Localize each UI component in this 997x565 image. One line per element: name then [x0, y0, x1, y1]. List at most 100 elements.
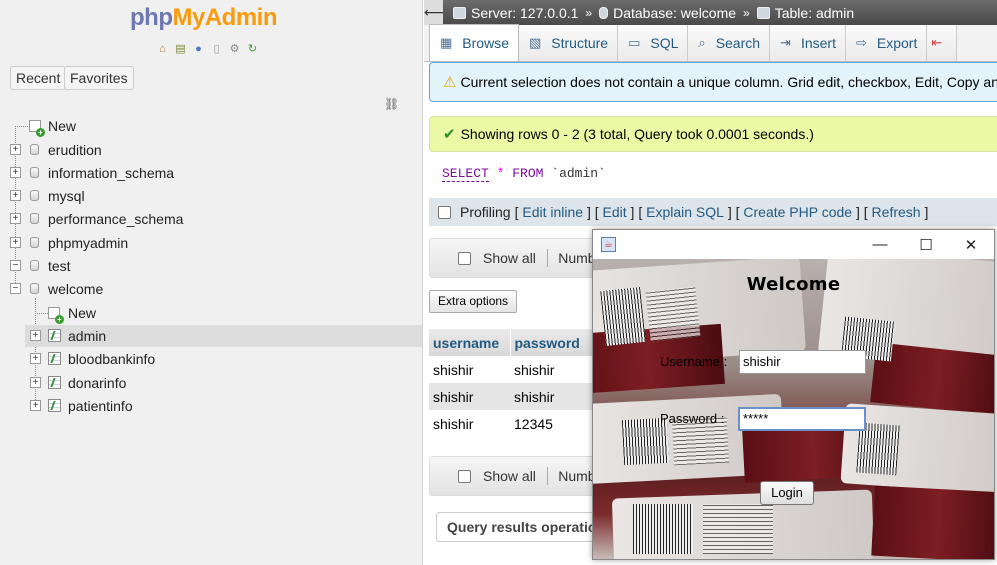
create-php-code-link[interactable]: Create PHP code	[743, 204, 852, 220]
breadcrumb-separator: »	[743, 5, 750, 20]
explain-sql-link[interactable]: Explain SQL	[646, 204, 724, 220]
table-cell[interactable]: shishir	[429, 356, 510, 383]
column-header-password[interactable]: password	[510, 329, 593, 356]
database-icon	[599, 6, 609, 19]
tree-item-new[interactable]: New	[0, 115, 422, 137]
username-field[interactable]: shishir	[739, 350, 866, 374]
welcome-heading: Welcome	[746, 274, 841, 295]
expand-icon[interactable]: +	[10, 144, 21, 155]
table-cell[interactable]: shishir	[429, 410, 510, 437]
browse-icon: ▦	[440, 35, 453, 50]
table-row: shishir 12345	[429, 410, 592, 437]
expand-icon[interactable]: +	[10, 213, 21, 224]
import-icon: ⇤	[931, 35, 943, 50]
database-tree: New + erudition + information_schema + m…	[0, 0, 423, 565]
table-cell[interactable]: 12345	[510, 410, 592, 437]
tree-item-table[interactable]: + bloodbankinfo	[0, 348, 422, 370]
database-icon	[30, 283, 39, 294]
database-icon	[30, 213, 39, 224]
tree-item-db[interactable]: + information_schema	[0, 162, 422, 184]
results-table: username password shishir shishir shishi…	[429, 329, 593, 437]
tree-item-db[interactable]: + phpmyadmin	[0, 232, 422, 254]
show-all-checkbox[interactable]	[458, 469, 471, 483]
expand-icon[interactable]: +	[30, 400, 41, 411]
tree-item-table[interactable]: + patientinfo	[0, 395, 422, 417]
tab-browse[interactable]: ▦ Browse	[429, 24, 519, 61]
database-icon	[30, 144, 39, 155]
expand-icon[interactable]: +	[10, 167, 21, 178]
collapse-icon[interactable]: −	[10, 283, 21, 294]
show-all-checkbox[interactable]	[458, 251, 471, 265]
username-label: Username :	[660, 354, 728, 369]
collapse-nav-arrow-icon[interactable]: ⟵	[424, 0, 444, 25]
table-icon	[756, 6, 770, 19]
tab-insert[interactable]: ⇥ Insert	[770, 25, 846, 61]
column-header-username[interactable]: username	[429, 329, 511, 356]
warning-notice: ⚠ Current selection does not contain a u…	[429, 62, 997, 102]
database-icon	[30, 167, 39, 178]
query-results-operations-header[interactable]: Query results operations	[436, 512, 616, 542]
breadcrumb-separator: »	[585, 5, 593, 20]
table-cell[interactable]: shishir	[510, 383, 592, 410]
tab-import[interactable]: ⇤	[927, 25, 958, 61]
tab-search[interactable]: ⌕ Search	[688, 25, 771, 61]
tree-item-table[interactable]: + donarinfo	[0, 372, 422, 394]
expand-icon[interactable]: +	[10, 237, 21, 248]
new-table-icon	[48, 307, 64, 324]
desktop: phpMyAdmin ⌂ ▤ ● ▯ ⚙ ↻ Recent Favorites …	[0, 0, 997, 565]
table-icon	[48, 329, 61, 342]
profiling-label: Profiling	[460, 204, 511, 220]
java-app-icon: ☕	[601, 237, 616, 252]
table-icon	[48, 399, 61, 412]
sql-query: SELECT * FROM `admin`	[442, 166, 606, 182]
minimize-icon[interactable]: —	[857, 230, 903, 259]
navigation-bar-bottom: Show all Number	[429, 456, 609, 496]
refresh-link[interactable]: Refresh	[872, 204, 921, 220]
navigation-bar-top: Show all Number	[429, 238, 609, 278]
breadcrumb-server[interactable]: Server: 127.0.0.1	[471, 5, 578, 21]
table-cell[interactable]: shishir	[429, 383, 510, 410]
java-login-window: ☕ — ☐ ✕ Welcome Username : shishir Passw…	[592, 229, 995, 560]
new-database-icon	[29, 120, 45, 137]
server-icon	[453, 6, 466, 19]
tab-sql[interactable]: ▭ SQL	[618, 25, 689, 61]
close-icon[interactable]: ✕	[948, 230, 994, 259]
expand-icon[interactable]: +	[30, 377, 41, 388]
window-titlebar[interactable]: ☕ — ☐ ✕	[593, 230, 994, 259]
tree-item-table-selected[interactable]: + admin	[25, 325, 422, 347]
show-all-label: Show all	[483, 468, 536, 484]
tree-item-new-table[interactable]: New	[0, 302, 422, 324]
profiling-checkbox[interactable]	[438, 205, 451, 219]
breadcrumb-database[interactable]: Database: welcome	[613, 5, 736, 21]
edit-inline-link[interactable]: Edit inline	[522, 204, 583, 220]
expand-icon[interactable]: +	[10, 190, 21, 201]
tab-structure[interactable]: ▧ Structure	[518, 25, 619, 61]
show-all-label: Show all	[483, 250, 536, 266]
extra-options-button[interactable]: Extra options	[429, 290, 518, 313]
maximize-icon[interactable]: ☐	[903, 230, 949, 259]
edit-link[interactable]: Edit	[603, 204, 627, 220]
password-label: Password :	[660, 411, 725, 426]
tree-item-db[interactable]: + erudition	[0, 139, 422, 161]
collapse-icon[interactable]: −	[10, 260, 21, 271]
structure-icon: ▧	[528, 35, 542, 50]
tree-item-db[interactable]: + performance_schema	[0, 208, 422, 230]
password-field[interactable]: *****	[738, 407, 866, 431]
tree-item-db-welcome[interactable]: − welcome	[0, 278, 422, 300]
expand-icon[interactable]: +	[30, 330, 41, 341]
breadcrumb-table[interactable]: Table: admin	[775, 5, 854, 21]
tree-item-db[interactable]: − test	[0, 255, 422, 277]
breadcrumb: Server: 127.0.0.1 » Database: welcome » …	[453, 5, 854, 21]
navigation-panel: phpMyAdmin ⌂ ▤ ● ▯ ⚙ ↻ Recent Favorites …	[0, 0, 423, 565]
login-button[interactable]: Login	[760, 481, 814, 505]
breadcrumb-bar: ⟵ Server: 127.0.0.1 » Database: welcome …	[424, 0, 997, 25]
table-icon	[48, 376, 61, 389]
table-cell[interactable]: shishir	[510, 356, 592, 383]
table-row: shishir shishir	[429, 356, 592, 383]
tab-export[interactable]: ⇨ Export	[845, 25, 928, 61]
tree-item-db[interactable]: + mysql	[0, 185, 422, 207]
success-notice: ✔ Showing rows 0 - 2 (3 total, Query too…	[429, 116, 997, 152]
warning-text: Current selection does not contain a uni…	[460, 74, 997, 90]
table-icon	[48, 352, 61, 365]
expand-icon[interactable]: +	[30, 353, 41, 364]
